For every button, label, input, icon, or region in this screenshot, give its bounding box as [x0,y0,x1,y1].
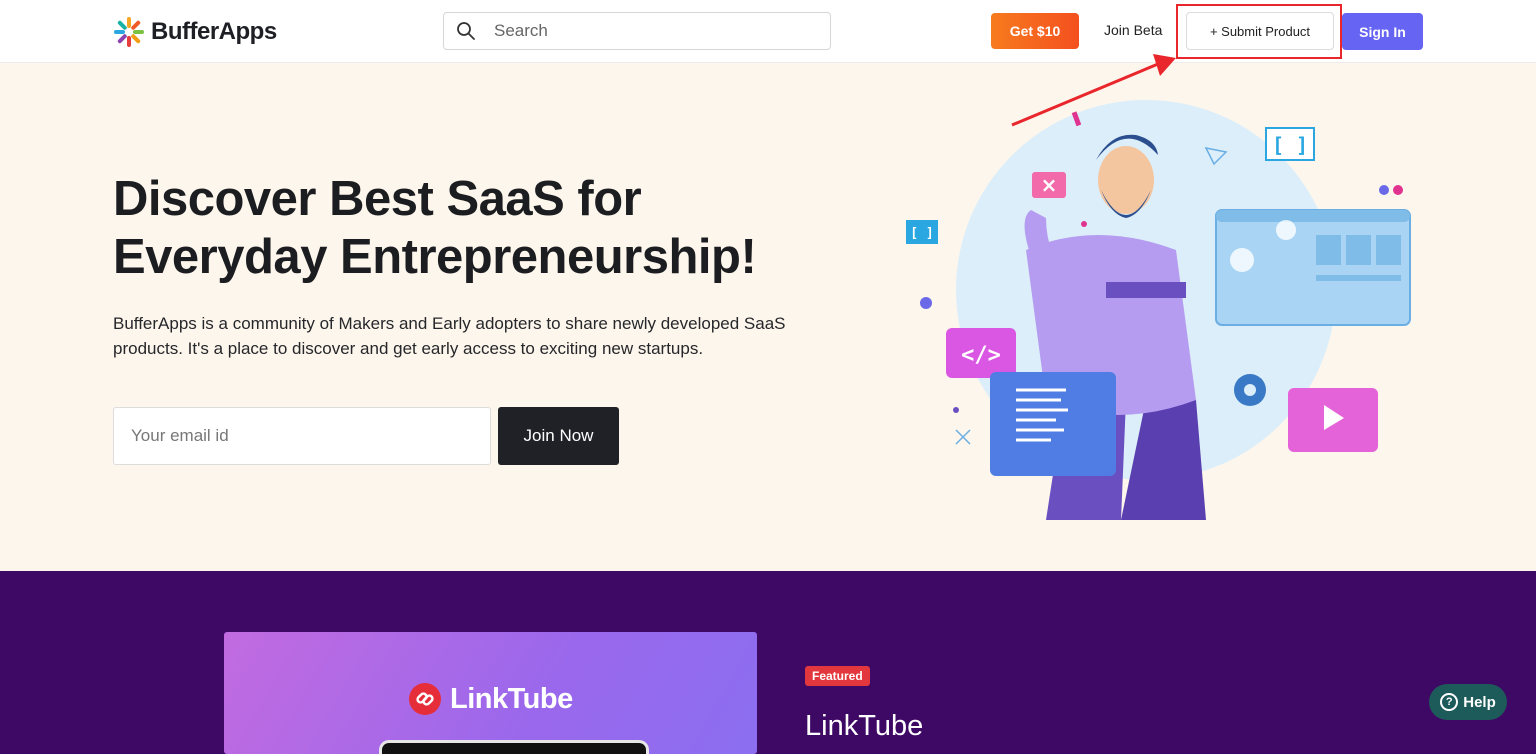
help-label: Help [1463,693,1496,711]
hero-title-line2: Everyday Entrepreneurship! [113,230,757,284]
featured-product-name[interactable]: LinkTube [805,710,923,743]
join-beta-link[interactable]: Join Beta [1104,22,1162,38]
hero-illustration: × </> [ ] [ ] [906,100,1411,520]
search-input[interactable] [494,21,814,41]
brand-logo-icon [114,17,144,47]
linktube-logo: LinkTube [408,682,573,716]
brand-logo[interactable]: BufferApps [113,16,277,48]
join-now-button[interactable]: Join Now [498,407,619,465]
question-icon: ? [1440,693,1459,711]
link-icon [409,683,441,715]
linktube-logo-text: LinkTube [450,682,573,715]
search-bar[interactable] [443,12,831,50]
help-button[interactable]: ? Help [1429,684,1507,720]
sign-in-button[interactable]: Sign In [1342,13,1423,50]
device-mockup [379,740,649,754]
featured-product-image[interactable]: LinkTube [224,632,757,754]
svg-text:[ ]: [ ] [1272,133,1308,157]
svg-text:</>: </> [961,343,1001,368]
featured-badge: Featured [805,666,870,686]
svg-text:[ ]: [ ] [910,226,933,241]
annotation-arrow-icon [1011,54,1176,127]
browser-window-graphic [1215,209,1411,326]
hero-title: Discover Best SaaS for Everyday Entrepre… [113,170,853,286]
hero-title-line1: Discover Best SaaS for [113,172,642,226]
search-icon [457,22,475,40]
get-credit-button[interactable]: Get $10 [991,13,1079,49]
svg-text:×: × [1041,173,1058,197]
brand-name: BufferApps [151,18,277,45]
email-field[interactable] [113,407,491,465]
hero-description: BufferApps is a community of Makers and … [113,314,786,358]
highlight-box [1176,4,1342,59]
